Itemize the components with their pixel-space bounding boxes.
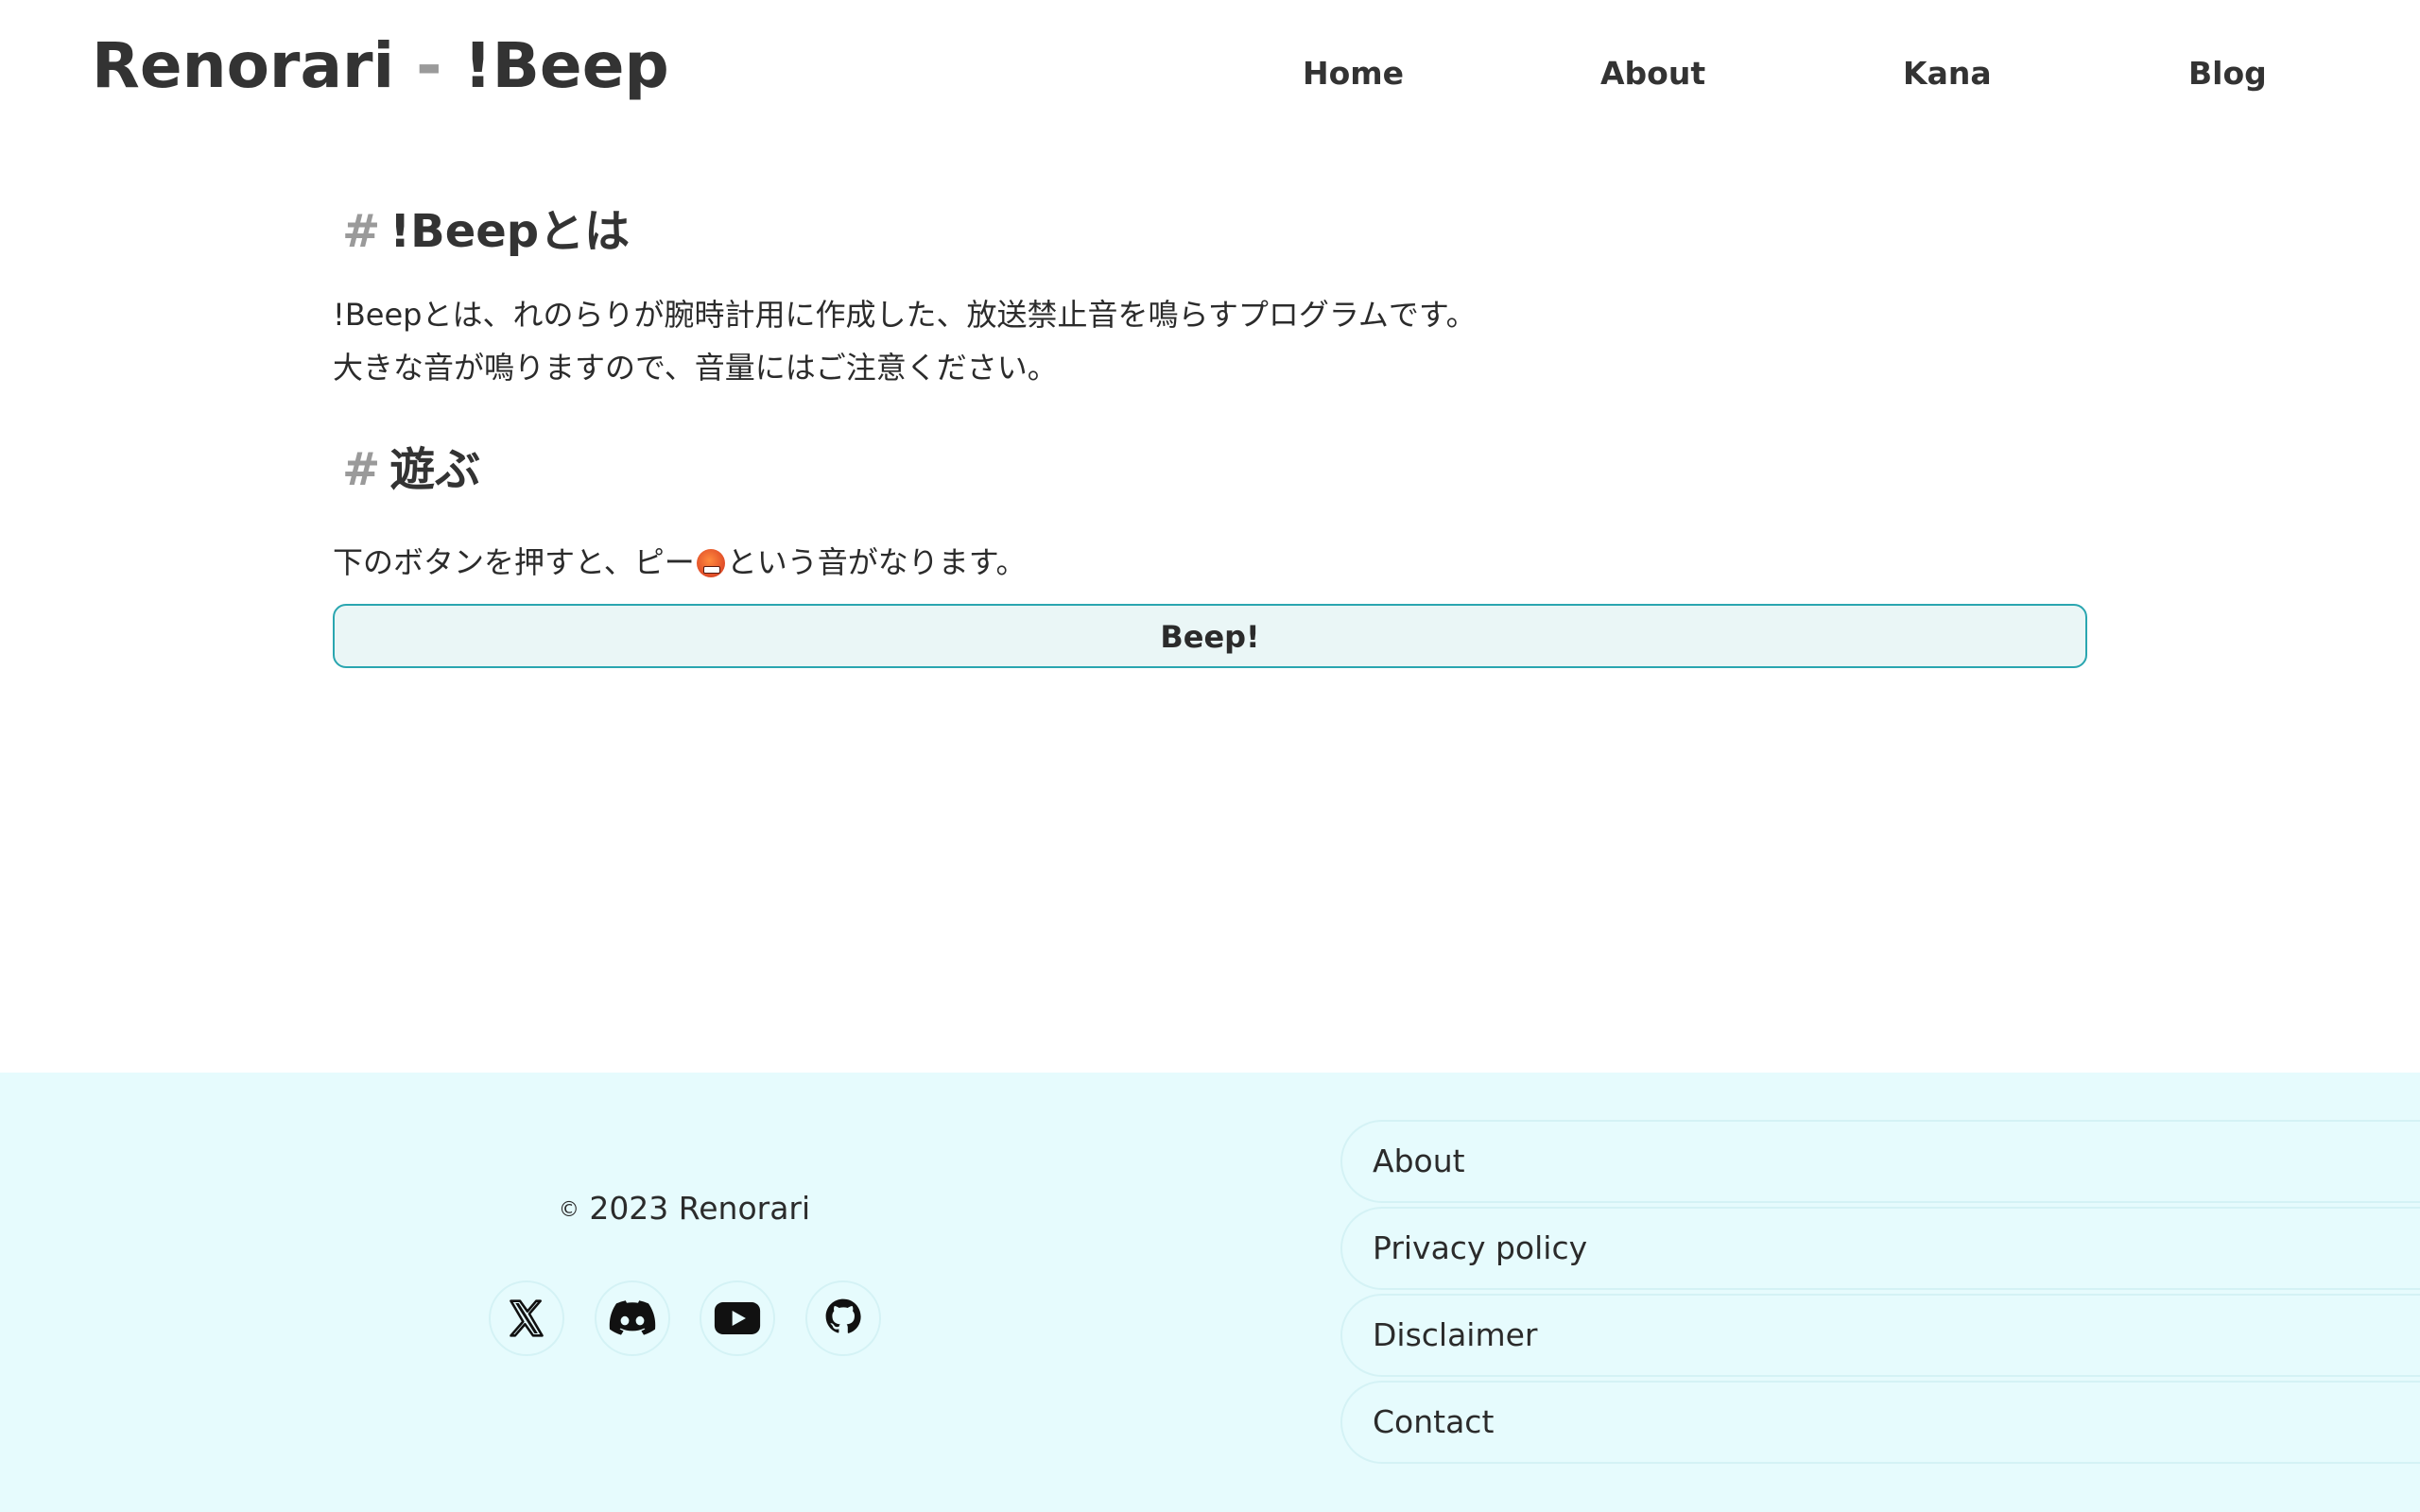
x-link[interactable] xyxy=(489,1280,564,1356)
footer-link-disclaimer[interactable]: Disclaimer xyxy=(1340,1294,2420,1377)
footer-links: About Privacy policy Disclaimer Contact xyxy=(1340,1120,2420,1468)
section-heading-about-beep: # !Beepとは xyxy=(333,194,2087,269)
github-icon xyxy=(825,1298,861,1333)
face-with-symbols-on-mouth-icon xyxy=(696,549,725,577)
social-links xyxy=(489,1280,886,1356)
nav-about[interactable]: About xyxy=(1600,53,1705,94)
instruction-text-after: という音がなります。 xyxy=(726,544,1027,580)
heading-title: !Beepとは xyxy=(389,205,631,258)
x-icon xyxy=(510,1299,544,1337)
brand-main: Renorari xyxy=(92,29,395,102)
description-line-1: !Beepとは、れのらりが腕時計用に作成した、放送禁止音を鳴らすプログラムです。 xyxy=(333,297,1477,333)
copyright: © 2023 Renorari xyxy=(0,1188,1369,1231)
heading-title: 遊ぶ xyxy=(389,443,481,496)
discord-link[interactable] xyxy=(595,1280,670,1356)
brand-separator: - xyxy=(394,29,464,102)
beep-button[interactable]: Beep! xyxy=(333,604,2087,668)
youtube-link[interactable] xyxy=(700,1280,775,1356)
copyright-text: 2023 Renorari xyxy=(579,1190,811,1227)
footer-link-contact[interactable]: Contact xyxy=(1340,1381,2420,1464)
site-brand[interactable]: Renorari - !Beep xyxy=(92,28,669,104)
section-heading-play: # 遊ぶ xyxy=(333,432,2087,507)
description-line-2: 大きな音が鳴りますので、音量にはご注意ください。 xyxy=(333,350,1058,386)
heading-anchor-hash[interactable]: # xyxy=(342,443,380,496)
main-content: # !Beepとは !Beepとは、れのらりが腕時計用に作成した、放送禁止音を鳴ら… xyxy=(333,194,2087,668)
heading-anchor-hash[interactable]: # xyxy=(342,205,380,258)
footer-link-privacy-policy[interactable]: Privacy policy xyxy=(1340,1207,2420,1290)
footer-link-about[interactable]: About xyxy=(1340,1120,2420,1203)
copyright-mark: © xyxy=(558,1198,579,1222)
nav-blog[interactable]: Blog xyxy=(2188,53,2267,94)
site-footer: © 2023 Renorari About Privacy policy Dis… xyxy=(0,1073,2420,1512)
play-instruction: 下のボタンを押すと、ピー という音がなります。 xyxy=(333,536,2087,589)
nav-home[interactable]: Home xyxy=(1303,53,1404,94)
site-header: Renorari - !Beep Home About Kana Blog xyxy=(0,0,2420,132)
github-link[interactable] xyxy=(805,1280,881,1356)
discord-icon xyxy=(609,1300,656,1335)
instruction-text-before: 下のボタンを押すと、ピー xyxy=(333,544,695,580)
nav-kana[interactable]: Kana xyxy=(1903,53,1992,94)
brand-sub: !Beep xyxy=(463,29,669,102)
youtube-icon xyxy=(714,1302,761,1334)
